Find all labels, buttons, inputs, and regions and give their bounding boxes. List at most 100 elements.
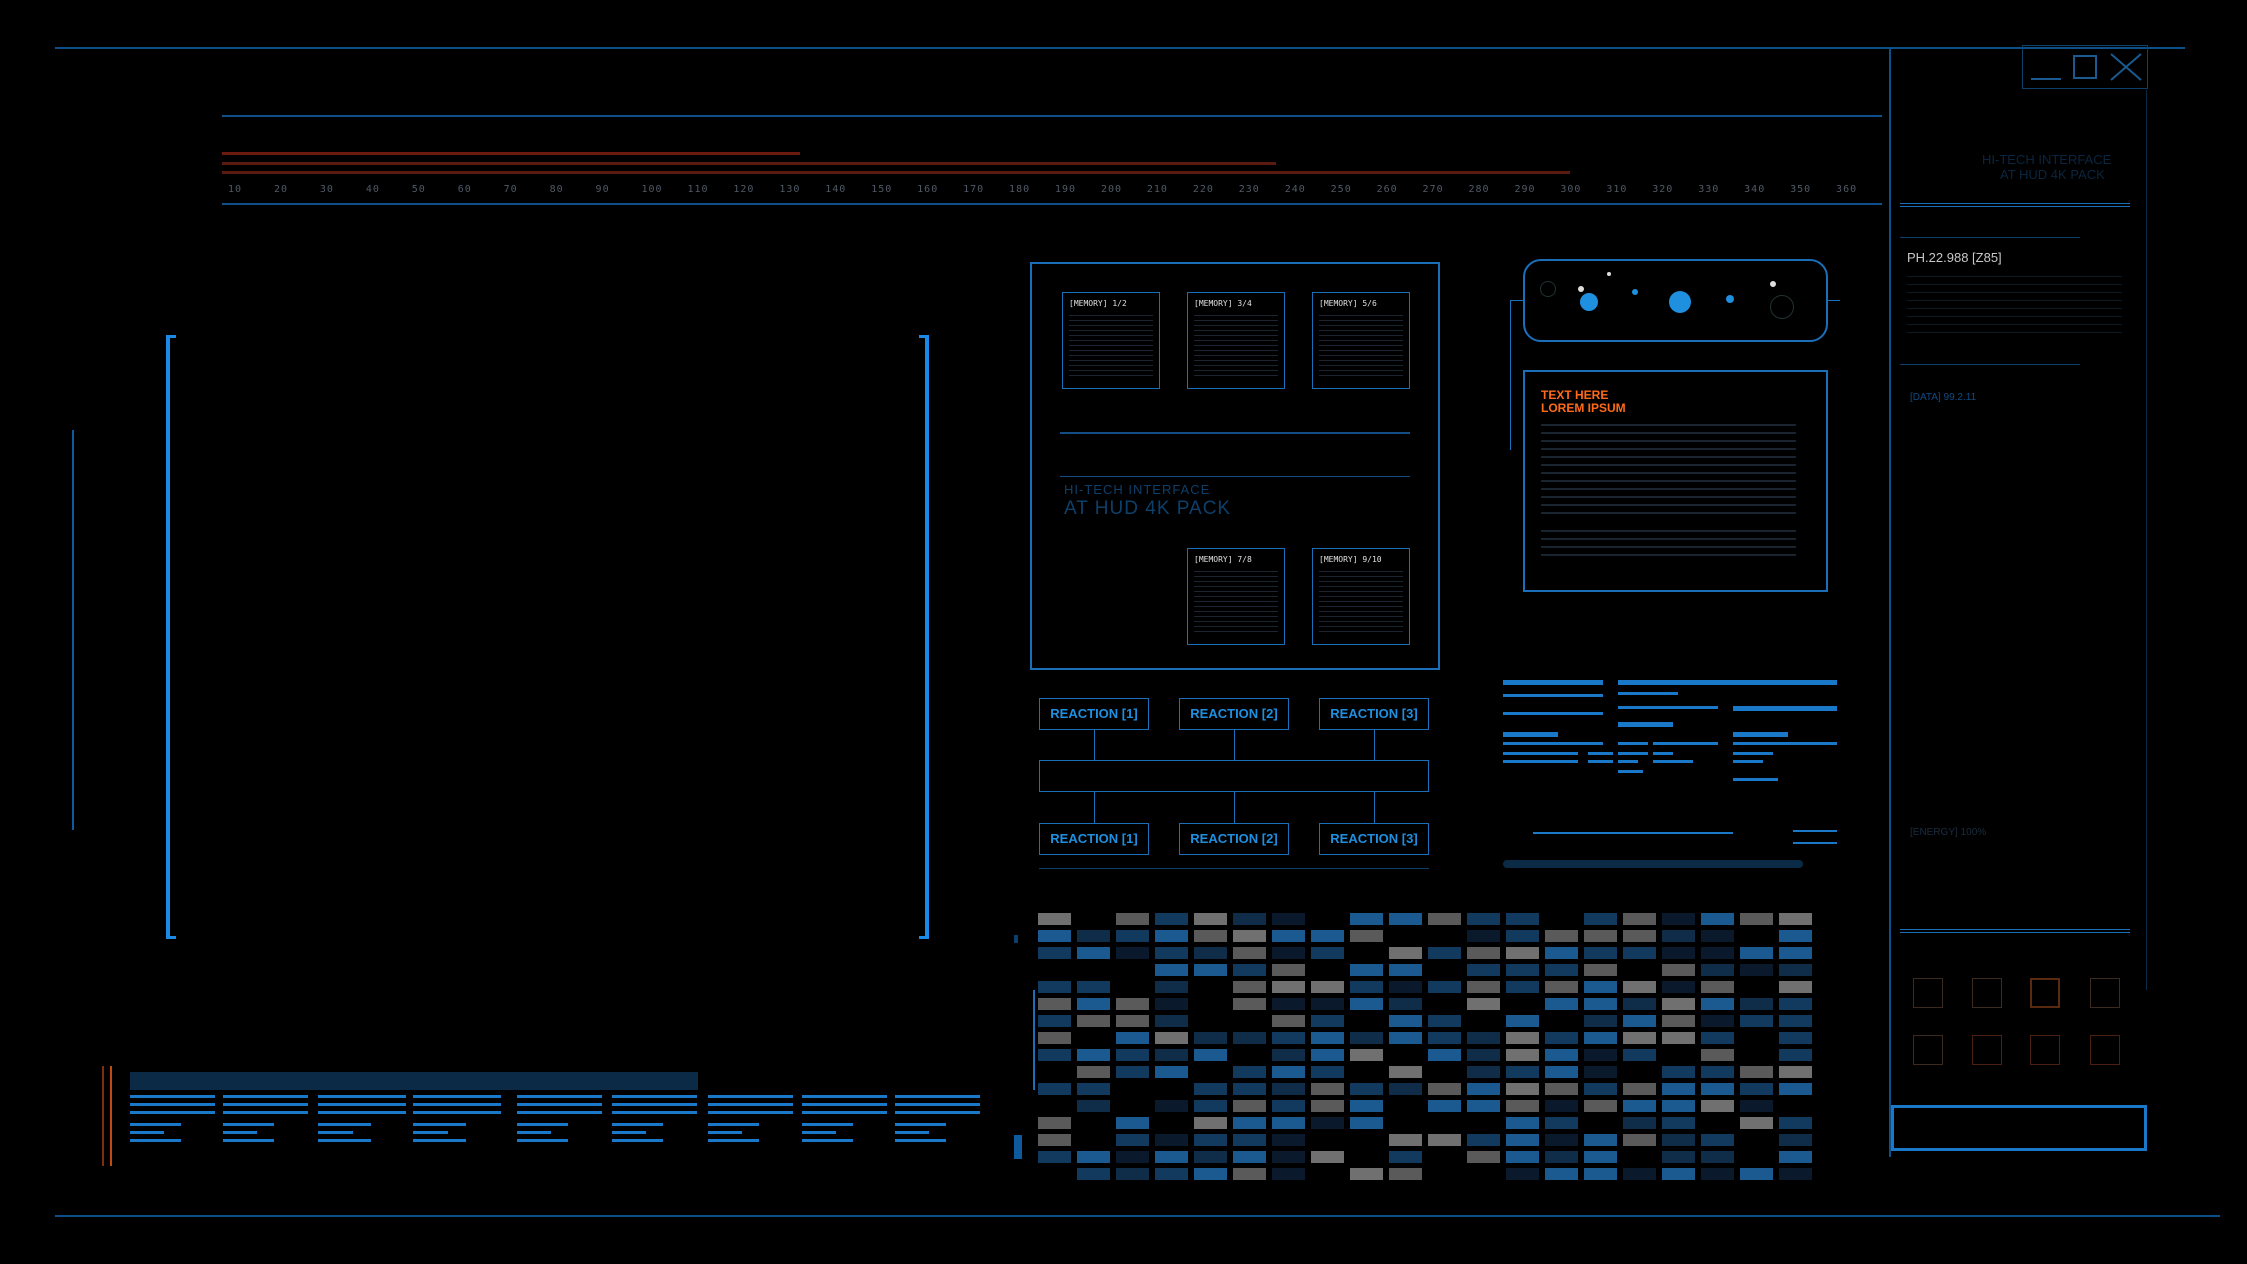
data-matrix	[1038, 905, 1818, 1195]
data-bar	[708, 1131, 742, 1134]
reaction-button-4[interactable]: REACTION [1]	[1039, 823, 1149, 855]
data-bar	[802, 1095, 887, 1098]
top-frame-line	[55, 47, 2185, 49]
matrix-cell	[1389, 1168, 1422, 1180]
data-bar	[1618, 770, 1643, 773]
memory-panel: [MEMORY] 1/2 [MEMORY] 3/4 [MEMORY] 5/6 H…	[1030, 262, 1440, 670]
memory-card-1[interactable]: [MEMORY] 1/2	[1062, 292, 1160, 389]
matrix-cell	[1623, 1032, 1656, 1044]
matrix-cell	[1272, 1168, 1305, 1180]
matrix-cell	[1623, 1134, 1656, 1146]
data-bar	[413, 1139, 466, 1142]
matrix-cell	[1623, 981, 1656, 993]
plus-box-icon[interactable]	[1913, 1035, 1943, 1065]
data-bar	[413, 1103, 501, 1106]
matrix-cell	[1194, 1117, 1227, 1129]
triangle-icon[interactable]	[1913, 978, 1943, 1008]
data-bar	[223, 1123, 274, 1126]
square-icon[interactable]	[2030, 978, 2060, 1008]
matrix-cell	[1779, 1015, 1812, 1027]
data-bar	[1793, 830, 1837, 832]
reaction-button-2[interactable]: REACTION [2]	[1179, 698, 1289, 730]
bottom-left-header-bar	[130, 1072, 698, 1090]
matrix-cell	[1701, 1032, 1734, 1044]
matrix-cell	[1584, 964, 1617, 976]
data-bar	[802, 1123, 853, 1126]
bottom-right-input-bar[interactable]	[1891, 1105, 2147, 1151]
matrix-cell	[1584, 1168, 1617, 1180]
matrix-cell	[1350, 913, 1383, 925]
matrix-cell	[1311, 1049, 1344, 1061]
data-bar	[1588, 752, 1613, 755]
matrix-cell	[1701, 947, 1734, 959]
data-bar	[895, 1095, 980, 1098]
matrix-cell	[1194, 964, 1227, 976]
data-bar	[130, 1103, 215, 1106]
matrix-cell	[1779, 1066, 1812, 1078]
data-bar	[1733, 760, 1763, 763]
matrix-cell	[1389, 1134, 1422, 1146]
matrix-cell	[1662, 1083, 1695, 1095]
diamond-icon[interactable]	[2030, 1035, 2060, 1065]
matrix-cell	[1038, 1134, 1071, 1146]
target-box-icon[interactable]	[1972, 1035, 2002, 1065]
left-accent-line	[72, 430, 74, 830]
memory-card-4[interactable]: [MEMORY] 7/8	[1187, 548, 1285, 645]
matrix-cell	[1194, 1032, 1227, 1044]
x-box-icon[interactable]	[1972, 978, 2002, 1008]
reaction-button-5[interactable]: REACTION [2]	[1179, 823, 1289, 855]
data-bar	[517, 1123, 568, 1126]
matrix-cell	[1584, 1151, 1617, 1163]
data-bar	[517, 1139, 568, 1142]
ruler-tick-label: 50	[411, 184, 426, 195]
data-bar	[1793, 842, 1837, 844]
matrix-cell	[1701, 1066, 1734, 1078]
right-panel-left-border	[1889, 47, 1891, 1157]
matrix-cell	[1116, 1151, 1149, 1163]
matrix-cell	[1779, 1168, 1812, 1180]
data-bar	[223, 1095, 308, 1098]
memory-card-3[interactable]: [MEMORY] 5/6	[1312, 292, 1410, 389]
matrix-cell	[1272, 1134, 1305, 1146]
matrix-cell	[1467, 947, 1500, 959]
matrix-cell	[1584, 998, 1617, 1010]
data-bar	[1733, 742, 1837, 745]
data-bar	[1733, 752, 1773, 755]
ruler-tick-label: 110	[687, 184, 709, 195]
matrix-cell	[1779, 1083, 1812, 1095]
maximize-icon[interactable]	[2069, 52, 2103, 82]
minimize-icon[interactable]	[2029, 52, 2063, 82]
matrix-cell	[1623, 1100, 1656, 1112]
matrix-cell	[1740, 1168, 1773, 1180]
matrix-cell	[1428, 1100, 1461, 1112]
memory-card-5[interactable]: [MEMORY] 9/10	[1312, 548, 1410, 645]
monitor-icon[interactable]	[2090, 1035, 2120, 1065]
memory-card-label: [MEMORY] 5/6	[1319, 299, 1377, 308]
bottom-left-orange-marks	[100, 1066, 120, 1166]
dot-box-icon[interactable]	[2090, 978, 2120, 1008]
matrix-cell	[1779, 930, 1812, 942]
memory-card-2[interactable]: [MEMORY] 3/4	[1187, 292, 1285, 389]
matrix-cell	[1623, 930, 1656, 942]
matrix-cell	[1428, 947, 1461, 959]
matrix-cell	[1545, 1134, 1578, 1146]
matrix-cell	[1506, 947, 1539, 959]
matrix-cell	[1701, 1100, 1734, 1112]
data-bar	[1503, 732, 1558, 737]
data-bar	[223, 1139, 274, 1142]
matrix-cell	[1740, 1066, 1773, 1078]
data-bar	[1533, 832, 1733, 834]
data-bar	[895, 1111, 980, 1114]
reaction-button-3[interactable]: REACTION [3]	[1319, 698, 1429, 730]
matrix-cell	[1779, 1117, 1812, 1129]
matrix-cell	[1701, 1083, 1734, 1095]
matrix-cell	[1740, 913, 1773, 925]
reaction-button-6[interactable]: REACTION [3]	[1319, 823, 1429, 855]
data-bar	[612, 1123, 663, 1126]
matrix-cell	[1038, 930, 1071, 942]
matrix-cell	[1233, 1168, 1266, 1180]
close-icon[interactable]	[2109, 52, 2143, 82]
reaction-button-1[interactable]: REACTION [1]	[1039, 698, 1149, 730]
matrix-cell	[1662, 964, 1695, 976]
matrix-cell	[1233, 930, 1266, 942]
